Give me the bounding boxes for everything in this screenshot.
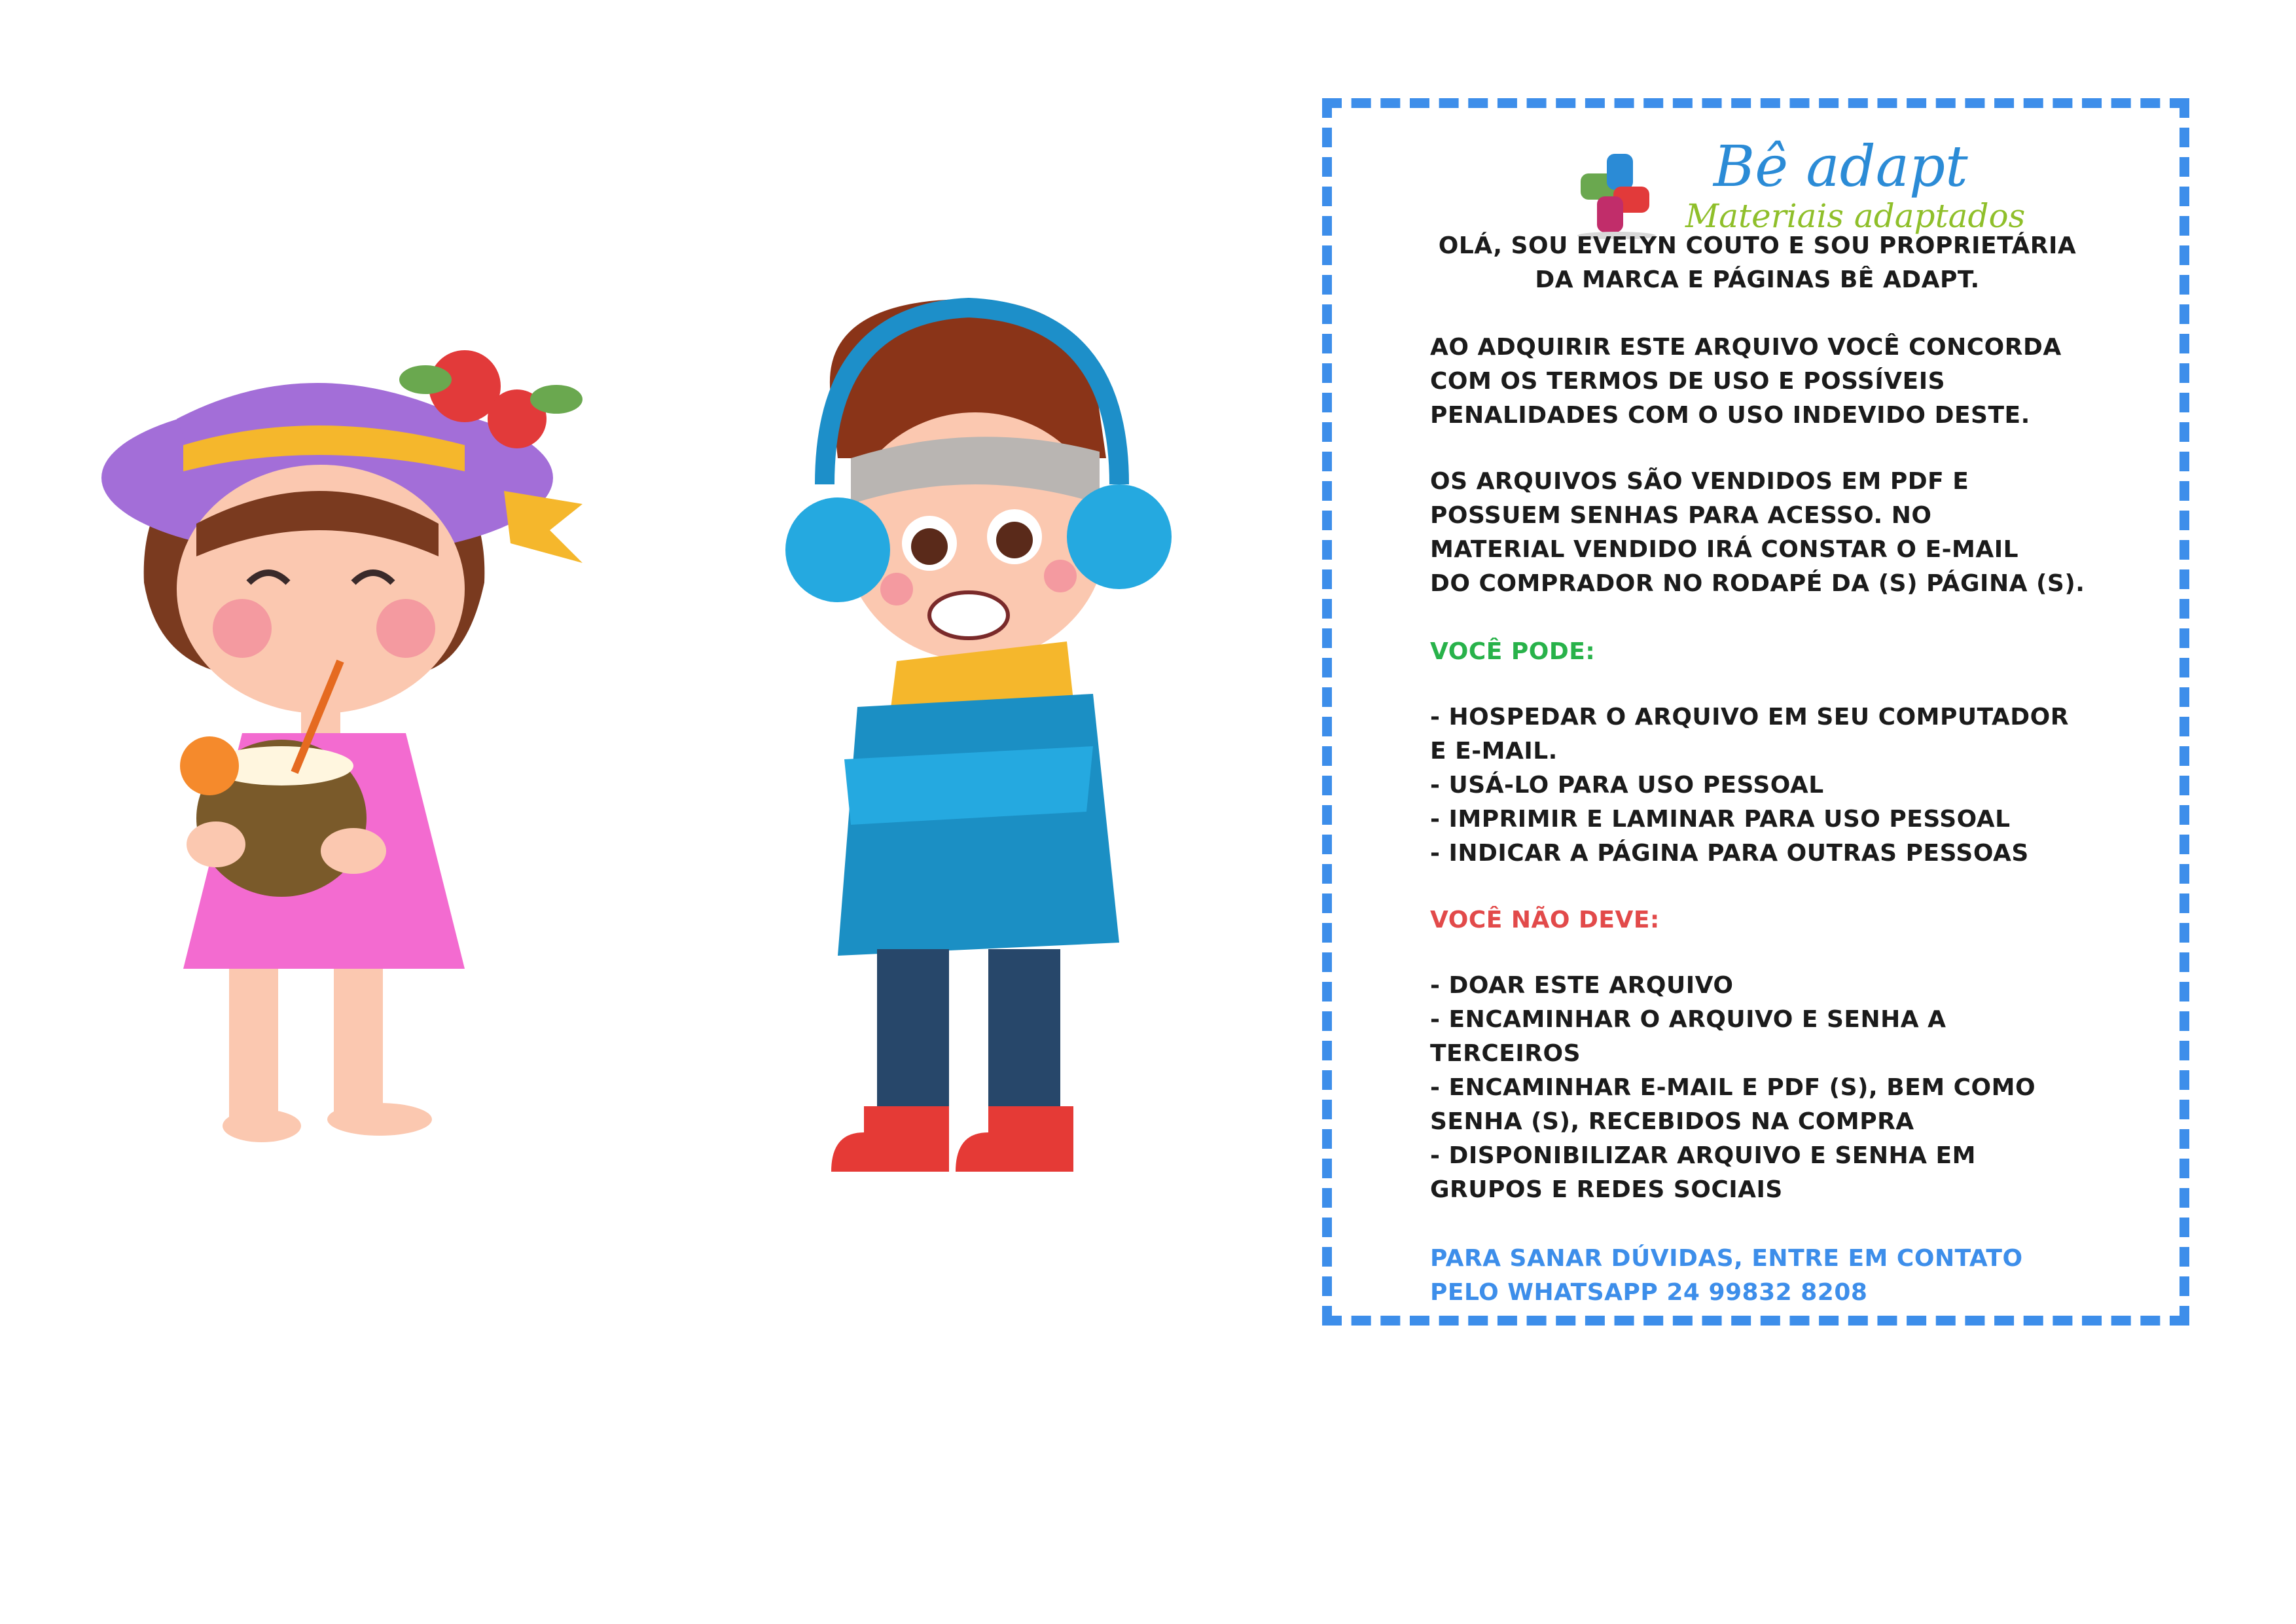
intro-paragraph: OLÁ, SOU EVELYN COUTO E SOU PROPRIETÁRIA… [1430, 229, 2085, 297]
list-item: - USÁ-LO PARA USO PESSOAL [1430, 772, 1824, 799]
list-item: - HOSPEDAR O ARQUIVO EM SEU COMPUTADOR [1430, 704, 2069, 731]
list-item: - DOAR ESTE ARQUIVO [1430, 972, 1734, 999]
list-item: - ENCAMINHAR O ARQUIVO E SENHA A [1430, 1006, 1946, 1033]
agreement-paragraph: AO ADQUIRIR ESTE ARQUIVO VOCÊ CONCORDA C… [1430, 331, 2150, 433]
files-paragraph: OS ARQUIVOS SÃO VENDIDOS EM PDF E POSSUE… [1430, 465, 2150, 601]
agree-line: PENALIDADES COM O USO INDEVIDO DESTE. [1430, 402, 2030, 429]
terms-of-use-card: Bê adapt Materiais adaptados OLÁ, SOU EV… [1322, 98, 2189, 1326]
list-item: - ENCAMINHAR E-MAIL E PDF (S), BEM COMO [1430, 1074, 2036, 1101]
files-line: MATERIAL VENDIDO IRÁ CONSTAR O E-MAIL [1430, 536, 2019, 563]
list-item: TERCEIROS [1430, 1040, 1581, 1067]
cannot-heading: VOCÊ NÃO DEVE: [1430, 907, 1660, 933]
intro-line: DA MARCA E PÁGINAS BÊ ADAPT. [1535, 266, 1980, 293]
contact-line: PELO WHATSAPP 24 99832 8208 [1430, 1279, 1868, 1306]
list-item: E E-MAIL. [1430, 738, 1558, 765]
list-item: - INDICAR A PÁGINA PARA OUTRAS PESSOAS [1430, 840, 2029, 867]
contact-line: PARA SANAR DÚVIDAS, ENTRE EM CONTATO [1430, 1245, 2023, 1272]
list-item: GRUPOS E REDES SOCIAIS [1430, 1176, 1783, 1203]
summer-girl-illustration [101, 350, 583, 1142]
can-heading: VOCÊ PODE: [1430, 638, 1596, 665]
can-list: - HOSPEDAR O ARQUIVO EM SEU COMPUTADOR E… [1430, 700, 2150, 871]
agree-line: AO ADQUIRIR ESTE ARQUIVO VOCÊ CONCORDA [1430, 334, 2062, 361]
files-line: DO COMPRADOR NO RODAPÉ DA (S) PÁGINA (S)… [1430, 570, 2085, 597]
brand-title: Bê adapt [1713, 134, 1968, 200]
list-item: SENHA (S), RECEBIDOS NA COMPRA [1430, 1108, 1914, 1135]
agree-line: COM OS TERMOS DE USO E POSSÍVEIS [1430, 368, 1946, 395]
intro-line: OLÁ, SOU EVELYN COUTO E SOU PROPRIETÁRIA [1438, 232, 2077, 259]
files-line: POSSUEM SENHAS PARA ACESSO. NO [1430, 502, 1932, 529]
list-item: - DISPONIBILIZAR ARQUIVO E SENHA EM [1430, 1142, 1976, 1169]
winter-boy-illustration [785, 297, 1172, 1172]
list-item: - IMPRIMIR E LAMINAR PARA USO PESSOAL [1430, 806, 2011, 833]
files-line: OS ARQUIVOS SÃO VENDIDOS EM PDF E [1430, 468, 1969, 495]
puzzle-logo-icon [1577, 154, 1656, 239]
contact-paragraph: PARA SANAR DÚVIDAS, ENTRE EM CONTATO PEL… [1430, 1242, 2150, 1310]
cannot-list: - DOAR ESTE ARQUIVO - ENCAMINHAR O ARQUI… [1430, 969, 2150, 1207]
